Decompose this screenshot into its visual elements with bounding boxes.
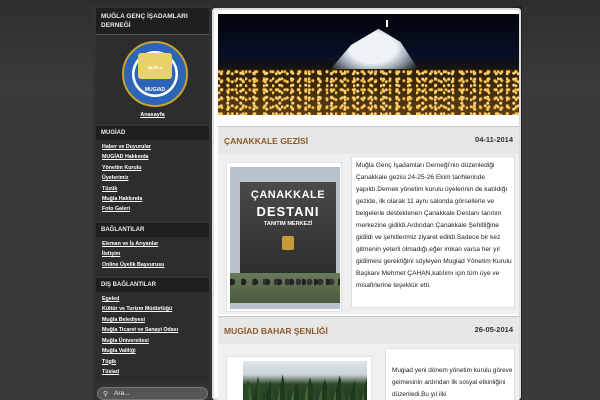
main-content: ÇANAKKALE GEZİSİ 04-11-2014 ÇANAKKALE DE… — [212, 8, 521, 400]
banner-city-lights — [218, 69, 519, 115]
ext-link-culture[interactable]: Kültür ve Turizm Müdürlüğü — [102, 304, 203, 314]
search-icon: ⚲ — [103, 391, 109, 398]
photo-group — [230, 273, 340, 303]
menu-item-gallery[interactable]: Foto Galeri — [102, 204, 203, 214]
post-text: Mugiad yeni dönem yönetim kurulu göreve … — [392, 367, 513, 398]
post-photo-card: ÇANAKKALE DESTANI TANITIM MERKEZİ — [226, 162, 342, 312]
menu-item-contact[interactable]: İletişim — [102, 249, 203, 259]
post-text-card: Muğla Genç İşadamları Derneği'nin düzenl… — [351, 156, 515, 308]
post-title[interactable]: MUGİAD BAHAR ŞENLİĞİ — [224, 326, 328, 336]
logo-area: MUĞLA MUGIAD — [96, 35, 209, 110]
post-photo[interactable] — [243, 361, 367, 400]
menu-external: DIŞ BAĞLANTILAR Egeled Kültür ve Turizm … — [96, 278, 209, 384]
ext-link-tugik[interactable]: Tügik — [102, 357, 203, 367]
post-header: ÇANAKKALE GEZİSİ 04-11-2014 — [218, 126, 519, 154]
menu-item-jobs[interactable]: Eleman ve İş Arıyanlar — [102, 239, 203, 249]
ext-link-governorship[interactable]: Muğla Valiliği — [102, 346, 203, 356]
post-date: 04-11-2014 — [475, 135, 513, 144]
menu-item-membership[interactable]: Online Üyelik Başvurusu — [102, 260, 203, 270]
menu-heading-mugiad: MUGİAD — [96, 126, 209, 140]
menu-item-members[interactable]: Üyelerimiz — [102, 173, 203, 183]
ext-link-tusiad[interactable]: Tüsiad — [102, 367, 203, 377]
ext-link-municipality[interactable]: Muğla Belediyesi — [102, 315, 203, 325]
ext-link-egeled[interactable]: Egeled — [102, 294, 203, 304]
post-photo-card — [226, 356, 372, 400]
post-date: 26-05-2014 — [474, 325, 513, 334]
photo-emblem — [282, 236, 294, 250]
post-body: Mugiad yeni dönem yönetim kurulu göreve … — [218, 344, 519, 400]
post-header: MUGİAD BAHAR ŞENLİĞİ 26-05-2014 — [218, 316, 519, 344]
ext-link-chamber[interactable]: Muğla Ticaret ve Sanayi Odası — [102, 325, 203, 335]
header-banner — [218, 14, 519, 115]
sidebar: MUĞLA GENÇ İŞADAMLARI DERNEĞİ MUĞLA MUGI… — [93, 6, 212, 400]
logo-brand-text: MUGIAD — [144, 87, 166, 93]
home-link[interactable]: Anasayfa — [96, 110, 209, 124]
menu-item-board[interactable]: Yönetim Kurulu — [102, 163, 203, 173]
photo-sign-line2: DESTANI — [256, 204, 320, 219]
photo-monument: ÇANAKKALE DESTANI TANITIM MERKEZİ — [240, 182, 336, 286]
menu-heading-external: DIŞ BAĞLANTILAR — [96, 278, 209, 293]
post-text: Muğla Genç İşadamları Derneği'nin düzenl… — [356, 162, 512, 289]
photo-sign-line1: ÇANAKKALE — [250, 189, 326, 201]
search-placeholder: Ara... — [114, 390, 130, 397]
banner-monument — [386, 20, 388, 27]
site-title: MUĞLA GENÇ İŞADAMLARI DERNEĞİ — [96, 8, 209, 35]
menu-links: BAĞLANTILAR Eleman ve İş Arıyanlar İleti… — [96, 222, 209, 277]
menu-item-bylaws[interactable]: Tüzük — [102, 184, 203, 194]
post-photo[interactable]: ÇANAKKALE DESTANI TANITIM MERKEZİ — [230, 167, 340, 309]
ext-link-university[interactable]: Muğla Üniversitesi — [102, 336, 203, 346]
post-text-card: Mugiad yeni dönem yönetim kurulu göreve … — [385, 348, 515, 400]
menu-mugiad: MUGİAD Haber ve Duyurular MUGİAD Hakkınd… — [96, 126, 209, 221]
menu-item-about[interactable]: MUGİAD Hakkında — [102, 152, 203, 162]
search-box[interactable]: ⚲ Ara... — [97, 387, 208, 400]
logo-city-text: MUĞLA — [147, 65, 163, 70]
post-body: ÇANAKKALE DESTANI TANITIM MERKEZİ Muğla … — [218, 154, 519, 314]
photo-sign-line3: TANITIM MERKEZİ — [263, 221, 313, 227]
menu-item-news[interactable]: Haber ve Duyurular — [102, 142, 203, 152]
post-title[interactable]: ÇANAKKALE GEZİSİ — [224, 136, 308, 146]
menu-item-about-mugla[interactable]: Muğla Hakkında — [102, 194, 203, 204]
brand-box: MUĞLA GENÇ İŞADAMLARI DERNEĞİ MUĞLA MUGI… — [96, 8, 209, 124]
menu-heading-links: BAĞLANTILAR — [96, 222, 209, 237]
mugiad-logo[interactable]: MUĞLA MUGIAD — [122, 41, 188, 107]
